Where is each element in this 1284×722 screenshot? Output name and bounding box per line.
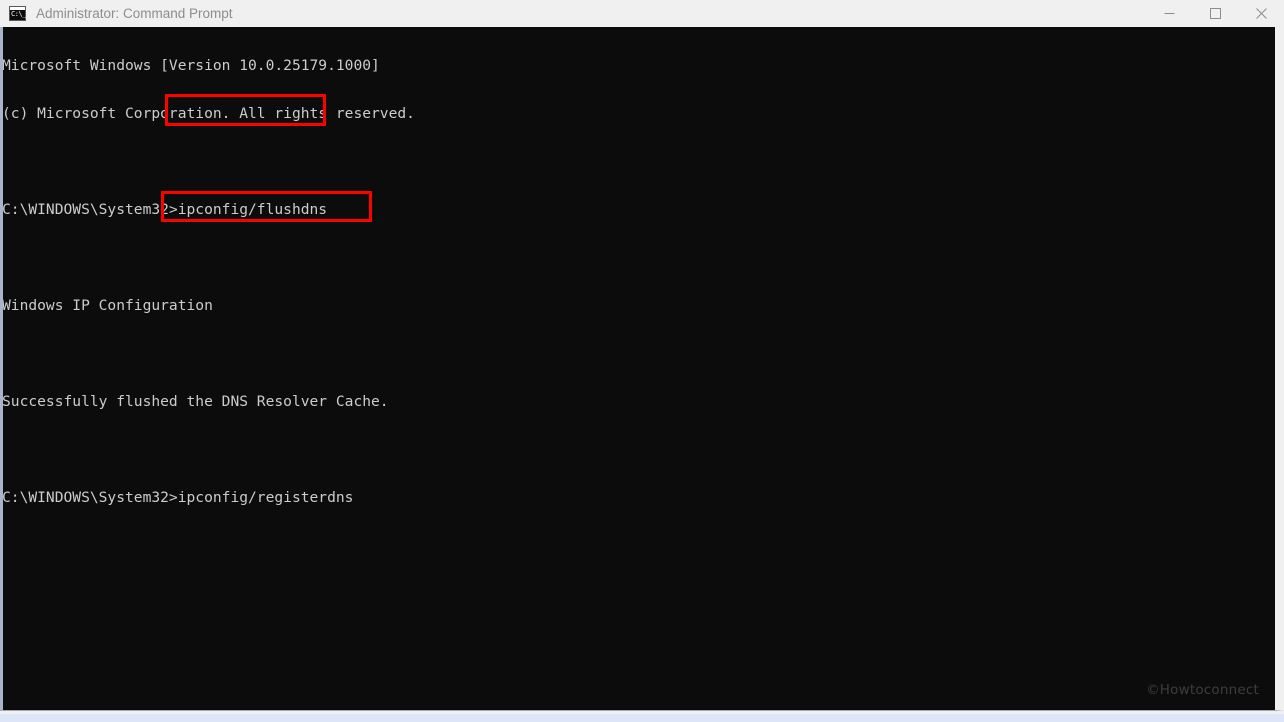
window-controls [1146,0,1284,27]
minimize-button[interactable] [1146,0,1192,27]
command-prompt-icon: C:\_ [9,6,26,21]
desktop-bottom-strip [0,714,1284,722]
console-line: Successfully flushed the DNS Resolver Ca… [2,393,389,410]
maximize-icon [1209,8,1221,19]
close-icon [1255,8,1267,19]
window-title: Administrator: Command Prompt [36,6,233,21]
window-titlebar[interactable]: C:\_ Administrator: Command Prompt [0,0,1284,27]
console-line-command-registerdns: C:\WINDOWS\System32>ipconfig/registerdns [2,489,354,506]
maximize-button[interactable] [1192,0,1238,27]
command-prompt-icon-glyph: C:\_ [11,10,26,18]
watermark: ©Howtoconnect [1146,682,1259,698]
console-text: Microsoft Windows [Version 10.0.25179.10… [2,27,415,538]
console-output-area[interactable]: Microsoft Windows [Version 10.0.25179.10… [0,27,1284,711]
console-line: Microsoft Windows [Version 10.0.25179.10… [2,57,380,74]
close-button[interactable] [1238,0,1284,27]
minimize-icon [1164,13,1174,14]
console-line-command-flushdns: C:\WINDOWS\System32>ipconfig/flushdns [2,201,328,218]
command-prompt-window: C:\_ Administrator: Command Prompt Micro… [0,0,1284,714]
console-line: (c) Microsoft Corporation. All rights re… [2,105,415,122]
console-line: Windows IP Configuration [2,297,213,314]
